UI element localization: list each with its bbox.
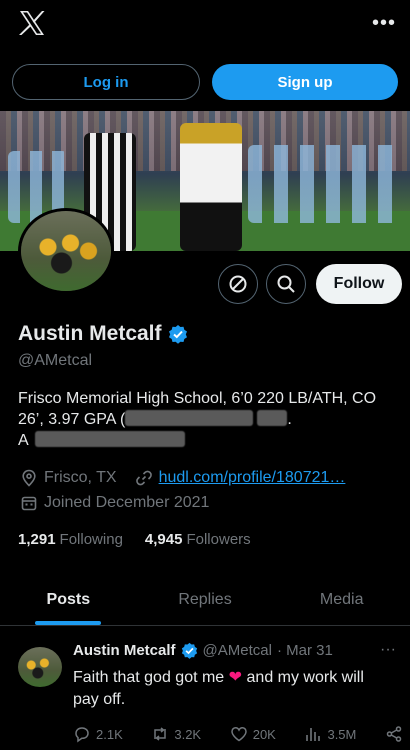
banner-player: [180, 123, 242, 251]
like-count: 20K: [252, 726, 276, 742]
profile-avatar[interactable]: [18, 208, 114, 294]
following-number: 1,291: [18, 531, 56, 548]
views-button[interactable]: 3.5M: [304, 725, 356, 743]
bio-line-2: 26’, 3.97 GPA (.: [18, 409, 394, 430]
avatar-team-photo: [21, 211, 111, 291]
block-button[interactable]: [218, 264, 258, 304]
banner-background-players: [248, 145, 398, 223]
verified-badge-icon: [168, 324, 188, 344]
profile-bio: Frisco Memorial High School, 6’0 220 LB/…: [18, 388, 394, 451]
tweet-author[interactable]: Austin Metcalf: [73, 642, 176, 659]
reply-button[interactable]: 2.1K: [73, 725, 123, 743]
following-count[interactable]: 1,291 Following: [18, 531, 123, 548]
profile-joined: Joined December 2021: [20, 494, 209, 512]
tab-replies[interactable]: Replies: [137, 574, 274, 625]
followers-label: Followers: [186, 531, 251, 548]
follow-counts: 1,291 Following 4,945 Followers: [18, 531, 251, 548]
heart-icon: [230, 725, 248, 743]
bio-line-2-start: 26’, 3.97 GPA (: [18, 411, 126, 428]
reply-count: 2.1K: [96, 726, 123, 742]
profile-handle: @AMetcal: [18, 352, 93, 369]
reply-icon: [73, 725, 91, 743]
share-button[interactable]: [385, 725, 403, 743]
location-pin-icon: [20, 469, 38, 487]
search-button[interactable]: [266, 264, 306, 304]
redacted-text: [34, 431, 185, 447]
tweet-header: Austin Metcalf @AMetcal · Mar 31: [73, 642, 333, 659]
repost-button[interactable]: 3.2K: [151, 725, 201, 743]
tweet-handle[interactable]: @AMetcal: [203, 642, 272, 659]
bio-line-1: Frisco Memorial High School, 6’0 220 LB/…: [18, 390, 377, 407]
redacted-text: [257, 410, 288, 426]
more-horizontal-icon[interactable]: •••: [372, 12, 396, 35]
link-icon: [135, 469, 153, 487]
tweet-text: Faith that god got me ❤ and my work will…: [73, 667, 393, 711]
followers-number: 4,945: [144, 531, 183, 548]
tweet-more-icon[interactable]: ···: [380, 641, 396, 659]
tweet[interactable]: Austin Metcalf @AMetcal · Mar 31 ··· Fai…: [0, 627, 410, 750]
profile-location: Frisco, TX: [44, 469, 117, 486]
profile-link[interactable]: hudl.com/profile/180721…: [159, 469, 346, 487]
repost-icon: [151, 725, 169, 743]
tab-media[interactable]: Media: [273, 574, 410, 625]
x-logo-icon[interactable]: [18, 10, 46, 36]
profile-name-text: Austin Metcalf: [18, 322, 162, 345]
follow-button[interactable]: Follow: [316, 264, 402, 304]
top-bar: •••: [0, 0, 410, 52]
verified-badge-icon: [181, 642, 198, 659]
bio-line-3-start: A: [18, 432, 29, 449]
tweet-actions: 2.1K 3.2K 20K 3.5M: [73, 725, 403, 743]
bio-line-2-end: .: [287, 411, 292, 428]
like-button[interactable]: 20K: [230, 725, 276, 743]
tweet-text-before: Faith that god got me: [73, 669, 225, 686]
auth-buttons: Log in Sign up: [12, 64, 398, 100]
profile-meta: Frisco, TX hudl.com/profile/180721…: [20, 469, 345, 487]
redacted-text: [125, 410, 254, 426]
red-heart-emoji: ❤: [228, 669, 243, 686]
views-icon: [304, 725, 322, 743]
views-count: 3.5M: [327, 726, 357, 742]
following-label: Following: [59, 531, 123, 548]
calendar-icon: [20, 494, 38, 512]
tweet-date[interactable]: · Mar 31: [277, 642, 333, 659]
bio-line-3: A: [18, 430, 394, 451]
share-icon: [385, 725, 403, 743]
block-icon: [228, 274, 248, 294]
tweet-avatar[interactable]: [18, 647, 62, 687]
joined-date: Joined December 2021: [44, 494, 210, 511]
search-icon: [276, 274, 296, 294]
repost-count: 3.2K: [174, 726, 202, 742]
profile-tabs: Posts Replies Media: [0, 574, 410, 626]
tab-posts[interactable]: Posts: [0, 574, 137, 625]
login-button[interactable]: Log in: [12, 64, 200, 100]
profile-name: Austin Metcalf: [18, 322, 188, 346]
signup-button[interactable]: Sign up: [212, 64, 398, 100]
followers-count[interactable]: 4,945 Followers: [145, 531, 251, 548]
